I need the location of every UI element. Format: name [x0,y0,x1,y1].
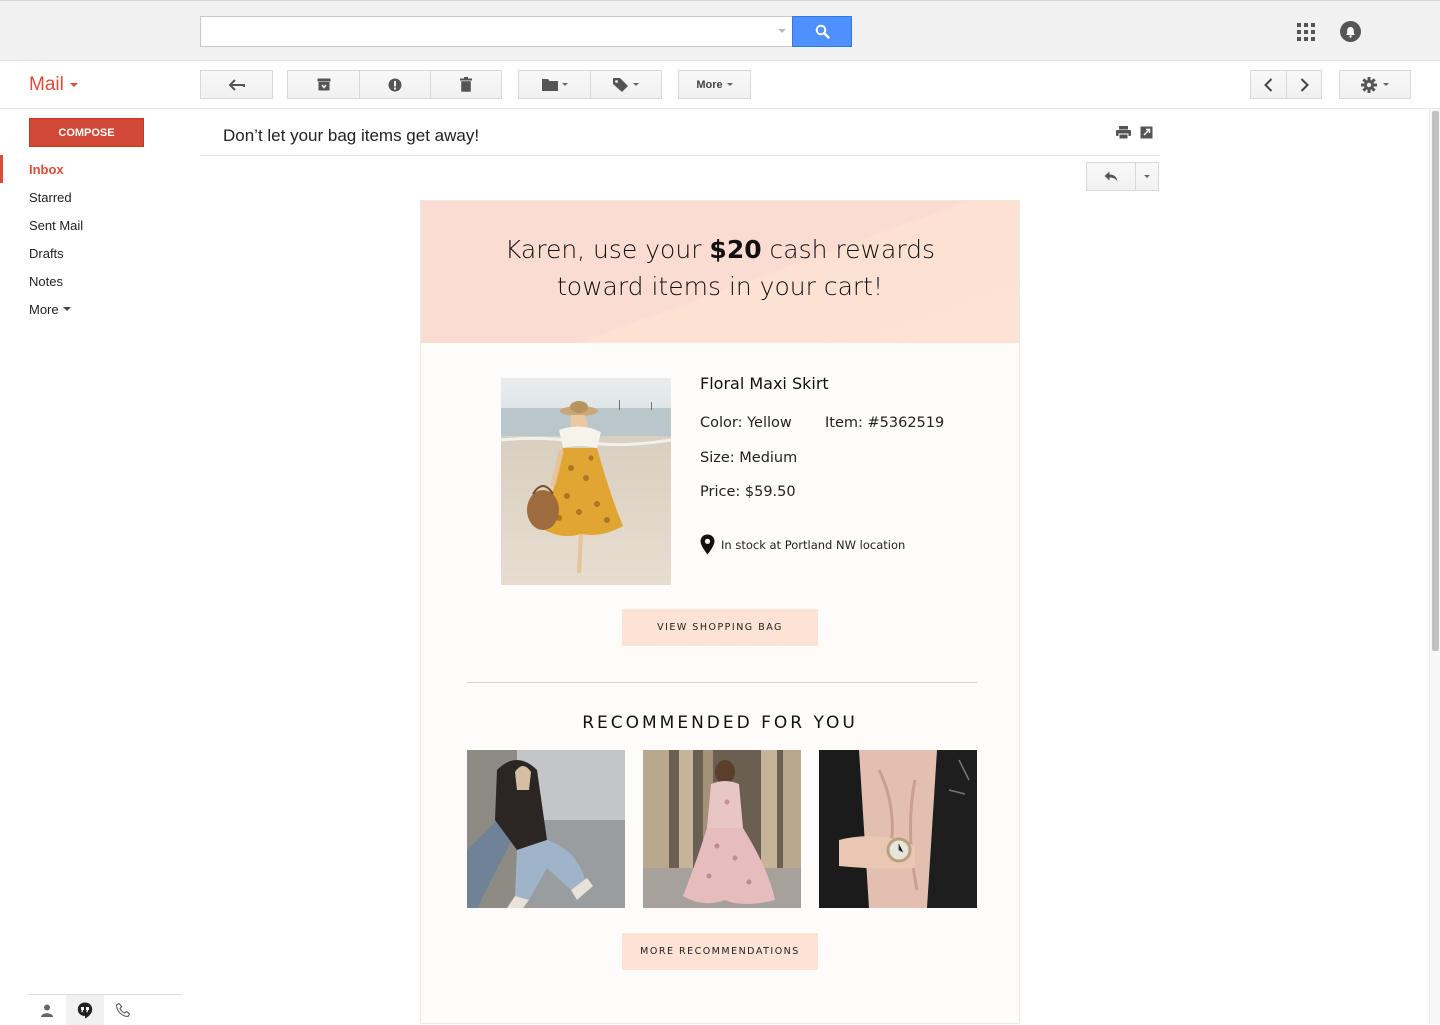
notifications-icon[interactable] [1340,21,1361,42]
back-button[interactable] [200,70,273,99]
contacts-tab[interactable] [28,995,66,1025]
settings-button[interactable] [1339,70,1411,99]
product-size: Size: Medium [700,450,798,466]
recommended-heading: RECOMMENDED FOR YOU [582,713,858,733]
back-arrow-icon [228,78,245,91]
chevron-down-icon [69,83,78,87]
label-icon [613,77,628,92]
folder-icon [541,79,558,91]
search-button[interactable] [792,16,852,47]
sidebar-item-label: Starred [29,189,72,205]
mail-menu[interactable]: Mail [29,74,78,96]
search-field[interactable] [201,17,761,45]
chevron-down-icon [1383,83,1389,86]
section-divider [467,682,977,683]
phone-icon [116,1003,130,1017]
chevron-right-icon [1300,77,1309,92]
scrollbar[interactable] [1429,109,1440,1024]
sidebar-item-label: Notes [29,273,63,289]
top-bar [0,0,1440,61]
sidebar-item-starred[interactable]: Starred [0,183,190,211]
email-body: Karen, use your $20 cash rewards toward … [420,200,1020,1024]
scrollbar-thumb[interactable] [1432,111,1439,651]
search-input[interactable] [200,16,792,47]
print-button[interactable] [1116,126,1131,144]
reply-icon [1104,171,1118,182]
report-spam-button[interactable] [359,70,431,99]
promo-text-end: cash rewards [761,235,936,264]
product-color: Color: Yellow [700,415,792,431]
location-pin-icon [700,534,715,555]
new-window-button[interactable] [1140,126,1153,144]
view-shopping-bag-button[interactable]: VIEW SHOPPING BAG [622,609,818,646]
mail-label: Mail [29,74,64,95]
recommendation-image[interactable] [467,750,625,908]
archive-button[interactable] [287,70,360,99]
archive-icon [317,78,330,91]
more-reply-options-button[interactable] [1135,162,1159,191]
hangouts-tab[interactable] [66,995,104,1025]
reply-button[interactable] [1086,162,1136,191]
hangouts-icon [77,1002,93,1018]
move-to-button[interactable] [518,70,591,99]
spam-icon [388,78,402,91]
sidebar-bottom-tabs [28,994,182,1025]
sidebar-nav: Inbox Starred Sent Mail Drafts Notes Mor… [0,155,190,323]
stock-status-text: In stock at Portland NW location [721,537,906,552]
product-price: Price: $59.50 [700,484,796,500]
promo-text-start: Karen, use your [504,235,710,264]
promo-banner: Karen, use your $20 cash rewards toward … [421,201,1019,343]
search-options-caret[interactable] [778,29,786,33]
sidebar-item-label: Sent Mail [29,217,84,233]
chevron-left-icon [1264,77,1273,92]
newer-button[interactable] [1250,70,1287,99]
sidebar-item-label: More [29,301,59,317]
chevron-down-icon [561,83,568,86]
sidebar-item-label: Inbox [29,161,64,177]
phone-tab[interactable] [104,995,142,1025]
sidebar-item-drafts[interactable]: Drafts [0,239,190,267]
chevron-down-icon [1144,175,1150,178]
product-name[interactable]: Floral Maxi Skirt [700,374,829,393]
delete-button[interactable] [430,70,502,99]
action-toolbar: Mail More [0,61,1440,109]
promo-text-line2: toward items in your cart! [556,272,884,301]
sidebar-item-label: Drafts [29,245,64,261]
sidebar-item-sent-mail[interactable]: Sent Mail [0,211,190,239]
chevron-down-icon [633,83,639,86]
trash-icon [460,77,472,92]
message-actions-group [287,70,502,99]
sidebar-item-more[interactable]: More [0,295,190,323]
promo-headline: Karen, use your $20 cash rewards toward … [421,231,1019,305]
recommendation-image[interactable] [819,750,977,908]
product-image[interactable] [501,378,671,585]
contacts-icon [41,1004,53,1017]
compose-button[interactable]: COMPOSE [29,118,144,147]
subject-divider [200,155,1160,156]
sidebar-item-inbox[interactable]: Inbox [0,155,190,183]
print-icon [1116,126,1131,140]
recommendation-image[interactable] [643,750,801,908]
promo-amount: $20 [709,235,762,264]
more-recommendations-button[interactable]: MORE RECOMMENDATIONS [622,933,818,970]
chevron-down-icon [726,83,733,86]
organize-group [518,70,662,99]
gear-icon [1361,76,1377,93]
more-actions-button[interactable]: More [678,70,751,99]
older-button[interactable] [1286,70,1322,99]
apps-icon[interactable] [1297,23,1315,41]
stock-status: In stock at Portland NW location [700,534,905,555]
search-icon [815,24,830,39]
pagination-group [1250,70,1322,99]
new-window-icon [1140,126,1153,139]
chevron-down-icon [62,307,71,311]
product-item-number: Item: #5362519 [825,415,945,431]
message-subject: Don’t let your bag items get away! [223,126,480,145]
more-actions-label: More [696,78,723,91]
labels-button[interactable] [590,70,662,99]
sidebar-item-notes[interactable]: Notes [0,267,190,295]
reply-group [1086,162,1159,191]
